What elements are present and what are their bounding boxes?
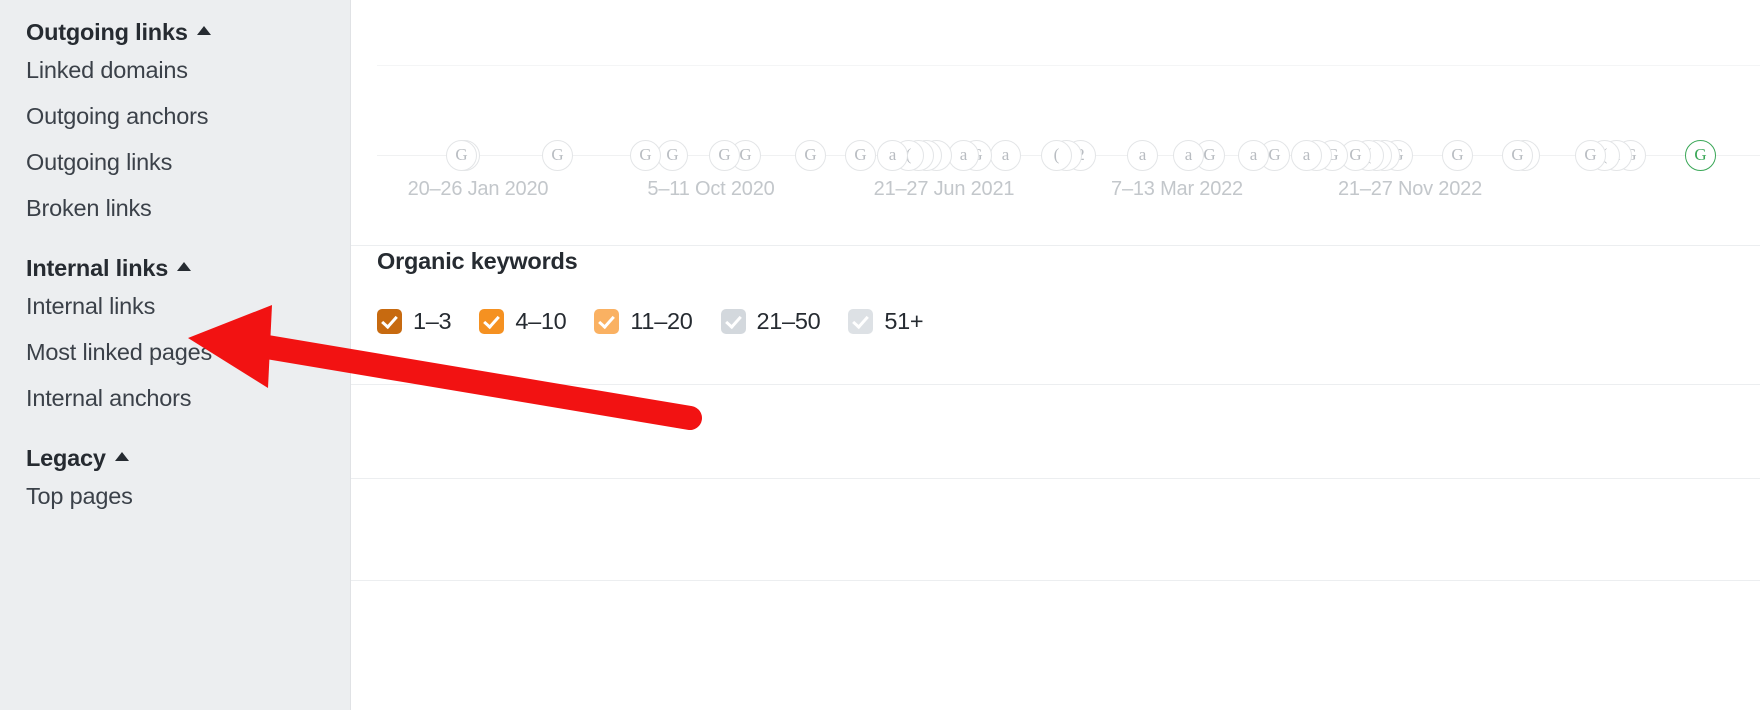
- timeline-marker[interactable]: a: [877, 140, 908, 171]
- timeline-marker[interactable]: a: [990, 140, 1021, 171]
- timeline-marker[interactable]: G: [657, 140, 688, 171]
- keyword-position-filter-label: 51+: [884, 308, 924, 334]
- checkbox-icon[interactable]: [848, 309, 874, 334]
- main-content: GGGGGGGGGa(((2aGa((2aaGaGaaGG((aGGGGG(aG…: [351, 0, 1760, 710]
- nav-group-title: Legacy: [26, 444, 106, 471]
- keyword-position-filter[interactable]: 4–10: [479, 308, 567, 335]
- keyword-position-filter[interactable]: 51+: [848, 308, 924, 335]
- timeline-marker[interactable]: a: [1238, 140, 1269, 171]
- timeline-marker[interactable]: a: [1127, 140, 1158, 171]
- timeline-marker[interactable]: G: [1685, 140, 1716, 171]
- organic-keywords-title: Organic keywords: [377, 248, 578, 274]
- timeline-marker[interactable]: (: [1041, 140, 1072, 171]
- timeline-marker[interactable]: G: [542, 140, 573, 171]
- organic-keywords-filters: 1–3 4–10 11–20 21–50 51+: [377, 308, 1760, 335]
- divider: [377, 65, 1760, 66]
- timeline-marker[interactable]: G: [1502, 140, 1533, 171]
- keyword-position-filter[interactable]: 21–50: [720, 308, 821, 335]
- nav-group-header-internal-links[interactable]: Internal links: [26, 253, 350, 283]
- sidebar-item-top-pages[interactable]: Top pages: [26, 473, 350, 519]
- timeline-marker[interactable]: a: [1173, 140, 1204, 171]
- nav-group-spacer: [26, 421, 350, 443]
- sidebar-item-internal-links[interactable]: Internal links: [26, 283, 350, 329]
- timeline-marker[interactable]: G: [845, 140, 876, 171]
- timeline-tick-label: 20–26 Jan 2020: [407, 178, 549, 200]
- sidebar-item-internal-anchors[interactable]: Internal anchors: [26, 375, 350, 421]
- keyword-position-filter-label: 21–50: [756, 308, 821, 334]
- nav-group-header-outgoing-links[interactable]: Outgoing links: [26, 17, 350, 47]
- sidebar-item-broken-links[interactable]: Broken links: [26, 185, 350, 231]
- caret-up-icon: [114, 451, 129, 461]
- timeline-tick-label: 21–27 Jun 2021: [873, 178, 1015, 200]
- keyword-position-filter-label: 4–10: [515, 308, 567, 334]
- keyword-position-filter-label: 1–3: [413, 308, 452, 334]
- divider: [351, 245, 1760, 246]
- timeline-tick-label: 7–13 Mar 2022: [1111, 178, 1243, 200]
- nav-group-legacy: Legacy Top pages: [26, 443, 350, 519]
- timeline-tick-label: 21–27 Nov 2022: [1338, 178, 1482, 200]
- timeline-marker[interactable]: G: [709, 140, 740, 171]
- checkbox-icon[interactable]: [594, 309, 620, 334]
- events-timeline: GGGGGGGGGa(((2aGa((2aaGaGaaGG((aGGGGG(aG…: [351, 120, 1760, 220]
- timeline-marker[interactable]: G: [795, 140, 826, 171]
- checkbox-icon[interactable]: [479, 309, 505, 334]
- left-sidebar: Outgoing links Linked domains Outgoing a…: [0, 0, 351, 710]
- nav-group-header-legacy[interactable]: Legacy: [26, 443, 350, 473]
- divider: [351, 384, 1760, 385]
- nav-group-internal-links: Internal links Internal links Most linke…: [26, 253, 350, 421]
- timeline-tick-label: 5–11 Oct 2020: [647, 178, 775, 200]
- sidebar-item-linked-domains[interactable]: Linked domains: [26, 47, 350, 93]
- timeline-marker[interactable]: G: [1442, 140, 1473, 171]
- nav-group-title: Outgoing links: [26, 18, 188, 45]
- app-root: Outgoing links Linked domains Outgoing a…: [0, 0, 1760, 710]
- divider: [351, 580, 1760, 581]
- timeline-marker[interactable]: a: [948, 140, 979, 171]
- nav-group-outgoing-links: Outgoing links Linked domains Outgoing a…: [26, 0, 350, 231]
- checkbox-icon[interactable]: [720, 309, 746, 334]
- caret-up-icon: [196, 25, 211, 35]
- sidebar-item-most-linked-pages[interactable]: Most linked pages: [26, 329, 350, 375]
- nav-group-spacer: [26, 231, 350, 253]
- timeline-marker[interactable]: G: [1575, 140, 1606, 171]
- sidebar-item-outgoing-anchors[interactable]: Outgoing anchors: [26, 93, 350, 139]
- keyword-position-filter-label: 11–20: [630, 308, 693, 334]
- timeline-marker[interactable]: a: [1291, 140, 1322, 171]
- timeline-marker[interactable]: G: [446, 140, 477, 171]
- checkbox-icon[interactable]: [377, 309, 402, 334]
- nav-group-title: Internal links: [26, 254, 169, 281]
- timeline-marker[interactable]: G: [630, 140, 661, 171]
- divider: [351, 478, 1760, 479]
- caret-up-icon: [177, 261, 192, 271]
- keyword-position-filter[interactable]: 11–20: [594, 308, 693, 335]
- keyword-position-filter[interactable]: 1–3: [377, 308, 452, 335]
- organic-keywords-section: Organic keywords 1–3 4–10 11–20 21–50 51+: [377, 248, 1760, 335]
- sidebar-item-outgoing-links[interactable]: Outgoing links: [26, 139, 350, 185]
